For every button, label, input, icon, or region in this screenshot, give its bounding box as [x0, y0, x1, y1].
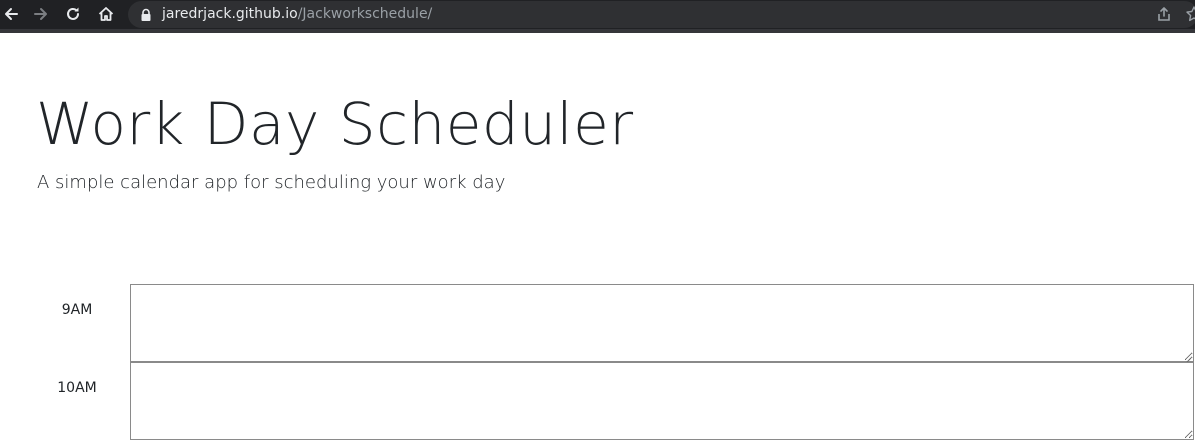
- hour-label: 9AM: [61, 302, 93, 318]
- page-subtitle: A simple calendar app for scheduling you…: [37, 172, 506, 193]
- share-icon[interactable]: [1153, 3, 1175, 25]
- url-text[interactable]: jaredrjack.github.io/Jackworkschedule/: [162, 6, 432, 23]
- resize-handle-icon[interactable]: [1183, 351, 1192, 366]
- toolbar-divider: [0, 29, 1195, 33]
- url-host: jaredrjack.github.io: [162, 6, 298, 22]
- home-icon[interactable]: [95, 3, 117, 25]
- time-block-row: 9AM: [0, 284, 1195, 366]
- page-title: Work Day Scheduler: [36, 90, 634, 158]
- time-block-row: 10AM: [0, 362, 1195, 440]
- lock-icon[interactable]: [140, 7, 152, 21]
- hour-label: 10AM: [57, 380, 97, 396]
- back-arrow-icon[interactable]: [0, 3, 22, 25]
- address-bar[interactable]: jaredrjack.github.io/Jackworkschedule/: [128, 1, 1195, 28]
- reload-icon[interactable]: [62, 3, 84, 25]
- url-path: /Jackworkschedule/: [297, 6, 433, 22]
- event-description-input[interactable]: [130, 284, 1194, 362]
- bookmark-star-icon[interactable]: [1183, 3, 1195, 25]
- forward-arrow-icon[interactable]: [30, 3, 52, 25]
- browser-toolbar: jaredrjack.github.io/Jackworkschedule/: [0, 0, 1195, 29]
- event-description-input[interactable]: [130, 362, 1194, 440]
